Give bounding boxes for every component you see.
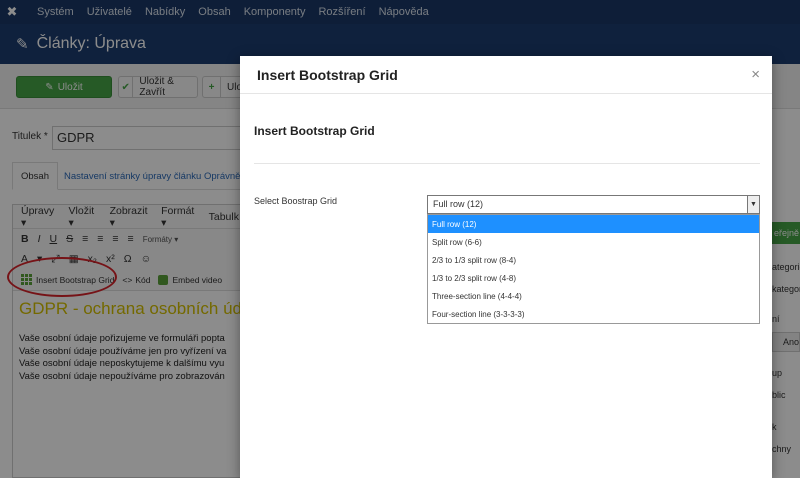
grid-option-4-4-4[interactable]: Three-section line (4-4-4) [428, 287, 759, 305]
grid-option-split-row[interactable]: Split row (6-6) [428, 233, 759, 251]
grid-option-full-row[interactable]: Full row (12) [428, 215, 759, 233]
grid-select-value: Full row (12) [433, 199, 484, 209]
modal-title: Insert Bootstrap Grid [257, 66, 398, 83]
chevron-down-icon[interactable]: ▼ [747, 196, 759, 213]
close-icon[interactable]: × [751, 66, 760, 83]
modal-body-title: Insert Bootstrap Grid [254, 124, 375, 138]
grid-option-4-8[interactable]: 1/3 to 2/3 split row (4-8) [428, 269, 759, 287]
grid-option-3-3-3-3[interactable]: Four-section line (3-3-3-3) [428, 305, 759, 323]
grid-options-list: Full row (12) Split row (6-6) 2/3 to 1/3… [427, 214, 760, 324]
insert-grid-modal: Insert Bootstrap Grid × Insert Bootstrap… [240, 56, 772, 478]
modal-header: Insert Bootstrap Grid × [240, 56, 772, 94]
modal-divider [254, 163, 760, 164]
grid-select-label: Select Boostrap Grid [254, 196, 338, 206]
grid-option-8-4[interactable]: 2/3 to 1/3 split row (8-4) [428, 251, 759, 269]
grid-select[interactable]: Full row (12) ▼ [427, 195, 760, 214]
